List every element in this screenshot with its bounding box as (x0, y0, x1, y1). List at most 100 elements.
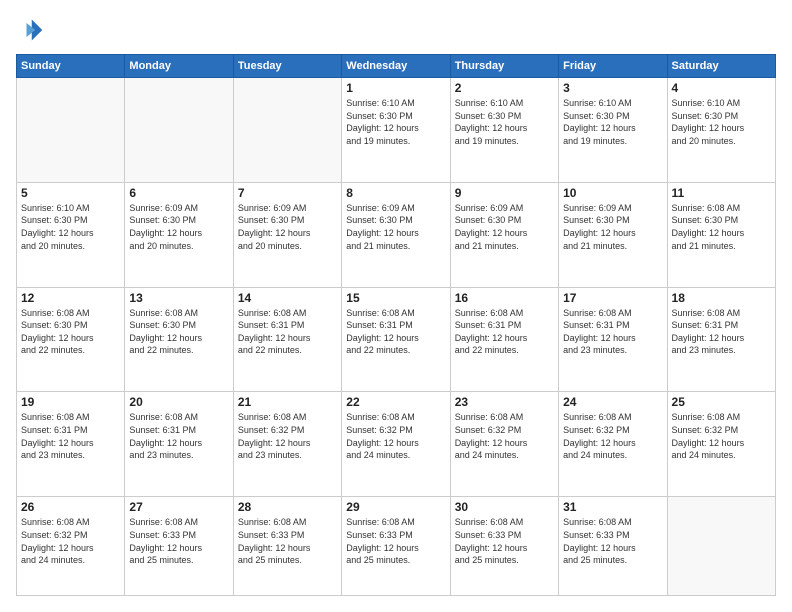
week-row: 5 Sunrise: 6:10 AM Sunset: 6:30 PM Daylig… (17, 182, 776, 287)
day-cell: 6 Sunrise: 6:09 AM Sunset: 6:30 PM Daylig… (125, 182, 233, 287)
day-number: 22 (346, 395, 445, 409)
day-info: Sunrise: 6:08 AM Sunset: 6:33 PM Dayligh… (129, 516, 228, 566)
day-number: 16 (455, 291, 554, 305)
day-info: Sunrise: 6:08 AM Sunset: 6:33 PM Dayligh… (346, 516, 445, 566)
weekday-header: Sunday (17, 55, 125, 78)
day-number: 28 (238, 500, 337, 514)
week-row: 12 Sunrise: 6:08 AM Sunset: 6:30 PM Dayli… (17, 287, 776, 392)
day-cell: 16 Sunrise: 6:08 AM Sunset: 6:31 PM Dayli… (450, 287, 558, 392)
day-number: 26 (21, 500, 120, 514)
day-info: Sunrise: 6:08 AM Sunset: 6:33 PM Dayligh… (455, 516, 554, 566)
day-number: 24 (563, 395, 662, 409)
day-cell (17, 78, 125, 183)
day-cell: 29 Sunrise: 6:08 AM Sunset: 6:33 PM Dayli… (342, 497, 450, 596)
day-cell: 22 Sunrise: 6:08 AM Sunset: 6:32 PM Dayli… (342, 392, 450, 497)
day-info: Sunrise: 6:08 AM Sunset: 6:30 PM Dayligh… (129, 307, 228, 357)
day-info: Sunrise: 6:08 AM Sunset: 6:31 PM Dayligh… (346, 307, 445, 357)
day-cell (233, 78, 341, 183)
weekday-header: Thursday (450, 55, 558, 78)
day-number: 21 (238, 395, 337, 409)
day-info: Sunrise: 6:10 AM Sunset: 6:30 PM Dayligh… (563, 97, 662, 147)
day-info: Sunrise: 6:08 AM Sunset: 6:31 PM Dayligh… (129, 411, 228, 461)
day-cell: 4 Sunrise: 6:10 AM Sunset: 6:30 PM Daylig… (667, 78, 775, 183)
day-info: Sunrise: 6:09 AM Sunset: 6:30 PM Dayligh… (346, 202, 445, 252)
day-info: Sunrise: 6:08 AM Sunset: 6:32 PM Dayligh… (672, 411, 771, 461)
day-cell: 1Sunrise: 6:10 AM Sunset: 6:30 PM Daylig… (342, 78, 450, 183)
day-cell: 2 Sunrise: 6:10 AM Sunset: 6:30 PM Daylig… (450, 78, 558, 183)
day-cell: 12 Sunrise: 6:08 AM Sunset: 6:30 PM Dayli… (17, 287, 125, 392)
day-number: 31 (563, 500, 662, 514)
day-cell: 19 Sunrise: 6:08 AM Sunset: 6:31 PM Dayli… (17, 392, 125, 497)
day-number: 9 (455, 186, 554, 200)
day-info: Sunrise: 6:10 AM Sunset: 6:30 PM Dayligh… (455, 97, 554, 147)
day-info: Sunrise: 6:08 AM Sunset: 6:31 PM Dayligh… (21, 411, 120, 461)
day-number: 17 (563, 291, 662, 305)
day-number: 6 (129, 186, 228, 200)
day-cell: 18 Sunrise: 6:08 AM Sunset: 6:31 PM Dayli… (667, 287, 775, 392)
day-cell: 24Sunrise: 6:08 AM Sunset: 6:32 PM Dayli… (559, 392, 667, 497)
day-cell: 11 Sunrise: 6:08 AM Sunset: 6:30 PM Dayli… (667, 182, 775, 287)
day-info: Sunrise: 6:09 AM Sunset: 6:30 PM Dayligh… (563, 202, 662, 252)
calendar: SundayMondayTuesdayWednesdayThursdayFrid… (16, 54, 776, 596)
day-cell: 7Sunrise: 6:09 AM Sunset: 6:30 PM Daylig… (233, 182, 341, 287)
day-number: 29 (346, 500, 445, 514)
weekday-header: Saturday (667, 55, 775, 78)
day-cell: 20 Sunrise: 6:08 AM Sunset: 6:31 PM Dayli… (125, 392, 233, 497)
day-info: Sunrise: 6:08 AM Sunset: 6:31 PM Dayligh… (672, 307, 771, 357)
day-number: 13 (129, 291, 228, 305)
week-row: 1Sunrise: 6:10 AM Sunset: 6:30 PM Daylig… (17, 78, 776, 183)
weekday-header: Friday (559, 55, 667, 78)
logo (16, 16, 48, 44)
day-cell (667, 497, 775, 596)
day-cell: 31 Sunrise: 6:08 AM Sunset: 6:33 PM Dayli… (559, 497, 667, 596)
day-number: 11 (672, 186, 771, 200)
day-cell: 10 Sunrise: 6:09 AM Sunset: 6:30 PM Dayli… (559, 182, 667, 287)
day-info: Sunrise: 6:10 AM Sunset: 6:30 PM Dayligh… (346, 97, 445, 147)
day-number: 10 (563, 186, 662, 200)
day-info: Sunrise: 6:10 AM Sunset: 6:30 PM Dayligh… (21, 202, 120, 252)
day-info: Sunrise: 6:08 AM Sunset: 6:30 PM Dayligh… (672, 202, 771, 252)
day-cell: 9 Sunrise: 6:09 AM Sunset: 6:30 PM Daylig… (450, 182, 558, 287)
day-number: 15 (346, 291, 445, 305)
day-cell: 5 Sunrise: 6:10 AM Sunset: 6:30 PM Daylig… (17, 182, 125, 287)
day-number: 19 (21, 395, 120, 409)
day-info: Sunrise: 6:08 AM Sunset: 6:32 PM Dayligh… (346, 411, 445, 461)
day-info: Sunrise: 6:08 AM Sunset: 6:30 PM Dayligh… (21, 307, 120, 357)
weekday-header: Monday (125, 55, 233, 78)
day-info: Sunrise: 6:09 AM Sunset: 6:30 PM Dayligh… (455, 202, 554, 252)
day-number: 25 (672, 395, 771, 409)
day-info: Sunrise: 6:08 AM Sunset: 6:33 PM Dayligh… (563, 516, 662, 566)
day-number: 18 (672, 291, 771, 305)
day-cell: 13 Sunrise: 6:08 AM Sunset: 6:30 PM Dayli… (125, 287, 233, 392)
day-cell: 26 Sunrise: 6:08 AM Sunset: 6:32 PM Dayli… (17, 497, 125, 596)
day-number: 2 (455, 81, 554, 95)
day-info: Sunrise: 6:09 AM Sunset: 6:30 PM Dayligh… (129, 202, 228, 252)
day-info: Sunrise: 6:08 AM Sunset: 6:31 PM Dayligh… (455, 307, 554, 357)
day-info: Sunrise: 6:10 AM Sunset: 6:30 PM Dayligh… (672, 97, 771, 147)
day-number: 12 (21, 291, 120, 305)
day-cell: 27 Sunrise: 6:08 AM Sunset: 6:33 PM Dayli… (125, 497, 233, 596)
header (16, 16, 776, 44)
day-number: 14 (238, 291, 337, 305)
week-row: 19 Sunrise: 6:08 AM Sunset: 6:31 PM Dayli… (17, 392, 776, 497)
day-number: 30 (455, 500, 554, 514)
day-number: 5 (21, 186, 120, 200)
day-cell: 21 Sunrise: 6:08 AM Sunset: 6:32 PM Dayli… (233, 392, 341, 497)
day-number: 4 (672, 81, 771, 95)
logo-icon (16, 16, 44, 44)
page: SundayMondayTuesdayWednesdayThursdayFrid… (0, 0, 792, 612)
day-info: Sunrise: 6:08 AM Sunset: 6:32 PM Dayligh… (238, 411, 337, 461)
day-info: Sunrise: 6:08 AM Sunset: 6:32 PM Dayligh… (21, 516, 120, 566)
day-info: Sunrise: 6:08 AM Sunset: 6:32 PM Dayligh… (455, 411, 554, 461)
day-info: Sunrise: 6:08 AM Sunset: 6:31 PM Dayligh… (563, 307, 662, 357)
weekday-header: Tuesday (233, 55, 341, 78)
day-number: 27 (129, 500, 228, 514)
day-info: Sunrise: 6:08 AM Sunset: 6:31 PM Dayligh… (238, 307, 337, 357)
day-cell: 3Sunrise: 6:10 AM Sunset: 6:30 PM Daylig… (559, 78, 667, 183)
day-cell (125, 78, 233, 183)
day-cell: 14 Sunrise: 6:08 AM Sunset: 6:31 PM Dayli… (233, 287, 341, 392)
day-number: 8 (346, 186, 445, 200)
day-cell: 15 Sunrise: 6:08 AM Sunset: 6:31 PM Dayli… (342, 287, 450, 392)
day-info: Sunrise: 6:08 AM Sunset: 6:33 PM Dayligh… (238, 516, 337, 566)
day-number: 20 (129, 395, 228, 409)
